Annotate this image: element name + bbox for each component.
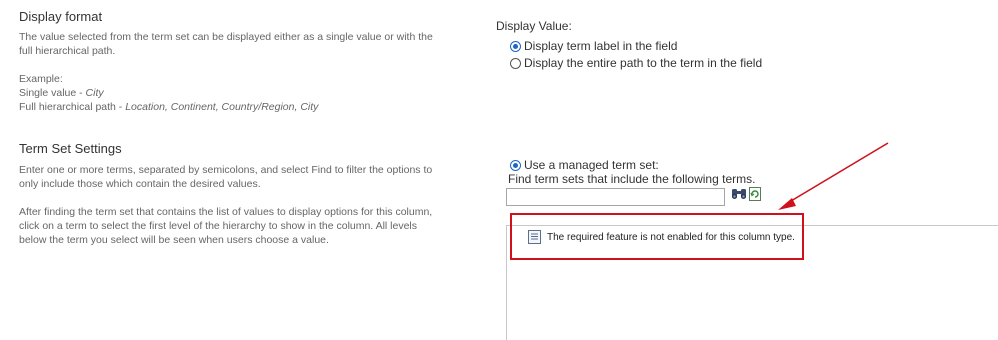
annotation-arrow	[778, 142, 889, 210]
example-full-prefix: Full hierarchical path -	[19, 101, 126, 113]
radio-display-term-label[interactable]: Display term label in the field	[510, 38, 677, 54]
annotation-highlight-box	[510, 213, 804, 260]
binoculars-icon[interactable]	[731, 187, 747, 206]
example-single-value: Single value - City	[19, 86, 318, 100]
radio-button[interactable]	[510, 57, 521, 69]
display-value-label: Display Value:	[496, 19, 572, 33]
radio-label: Display the entire path to the term in t…	[524, 56, 763, 70]
description-line: The value selected from the term set can…	[19, 31, 433, 43]
find-term-sets-label: Find term sets that include the followin…	[508, 172, 756, 186]
display-format-heading: Display format	[19, 9, 103, 24]
display-format-description: The value selected from the term set can…	[19, 30, 433, 58]
term-search-input[interactable]	[506, 188, 725, 206]
example-single-prefix: Single value -	[19, 87, 86, 99]
description-line: Enter one or more terms, separated by se…	[19, 164, 433, 176]
description-line: click on a term to select the first leve…	[19, 220, 418, 232]
radio-use-managed-term-set[interactable]: Use a managed term set:	[510, 157, 659, 173]
description-line: full hierarchical path.	[19, 45, 116, 57]
example-single-value-text: City	[85, 87, 104, 99]
example-block: Example: Single value - City Full hierar…	[19, 72, 318, 114]
example-full-path: Full hierarchical path - Location, Conti…	[19, 100, 318, 114]
radio-label: Use a managed term set:	[524, 158, 659, 172]
description-line: only include those which contain the des…	[19, 178, 261, 190]
term-set-settings-description: Enter one or more terms, separated by se…	[19, 163, 432, 191]
radio-button-checked[interactable]	[510, 40, 521, 52]
reset-icon[interactable]	[749, 187, 762, 206]
term-set-settings-heading: Term Set Settings	[19, 141, 122, 156]
description-line: After finding the term set that contains…	[19, 206, 433, 218]
radio-label: Display term label in the field	[524, 39, 678, 53]
radio-display-entire-path[interactable]: Display the entire path to the term in t…	[510, 55, 762, 71]
term-set-settings-instructions: After finding the term set that contains…	[19, 205, 432, 247]
example-label: Example:	[19, 73, 63, 85]
example-full-path-text: Location, Continent, Country/Region, Cit…	[125, 101, 319, 113]
description-line: below the term you select will be seen w…	[19, 234, 329, 246]
radio-button-checked[interactable]	[510, 159, 521, 171]
